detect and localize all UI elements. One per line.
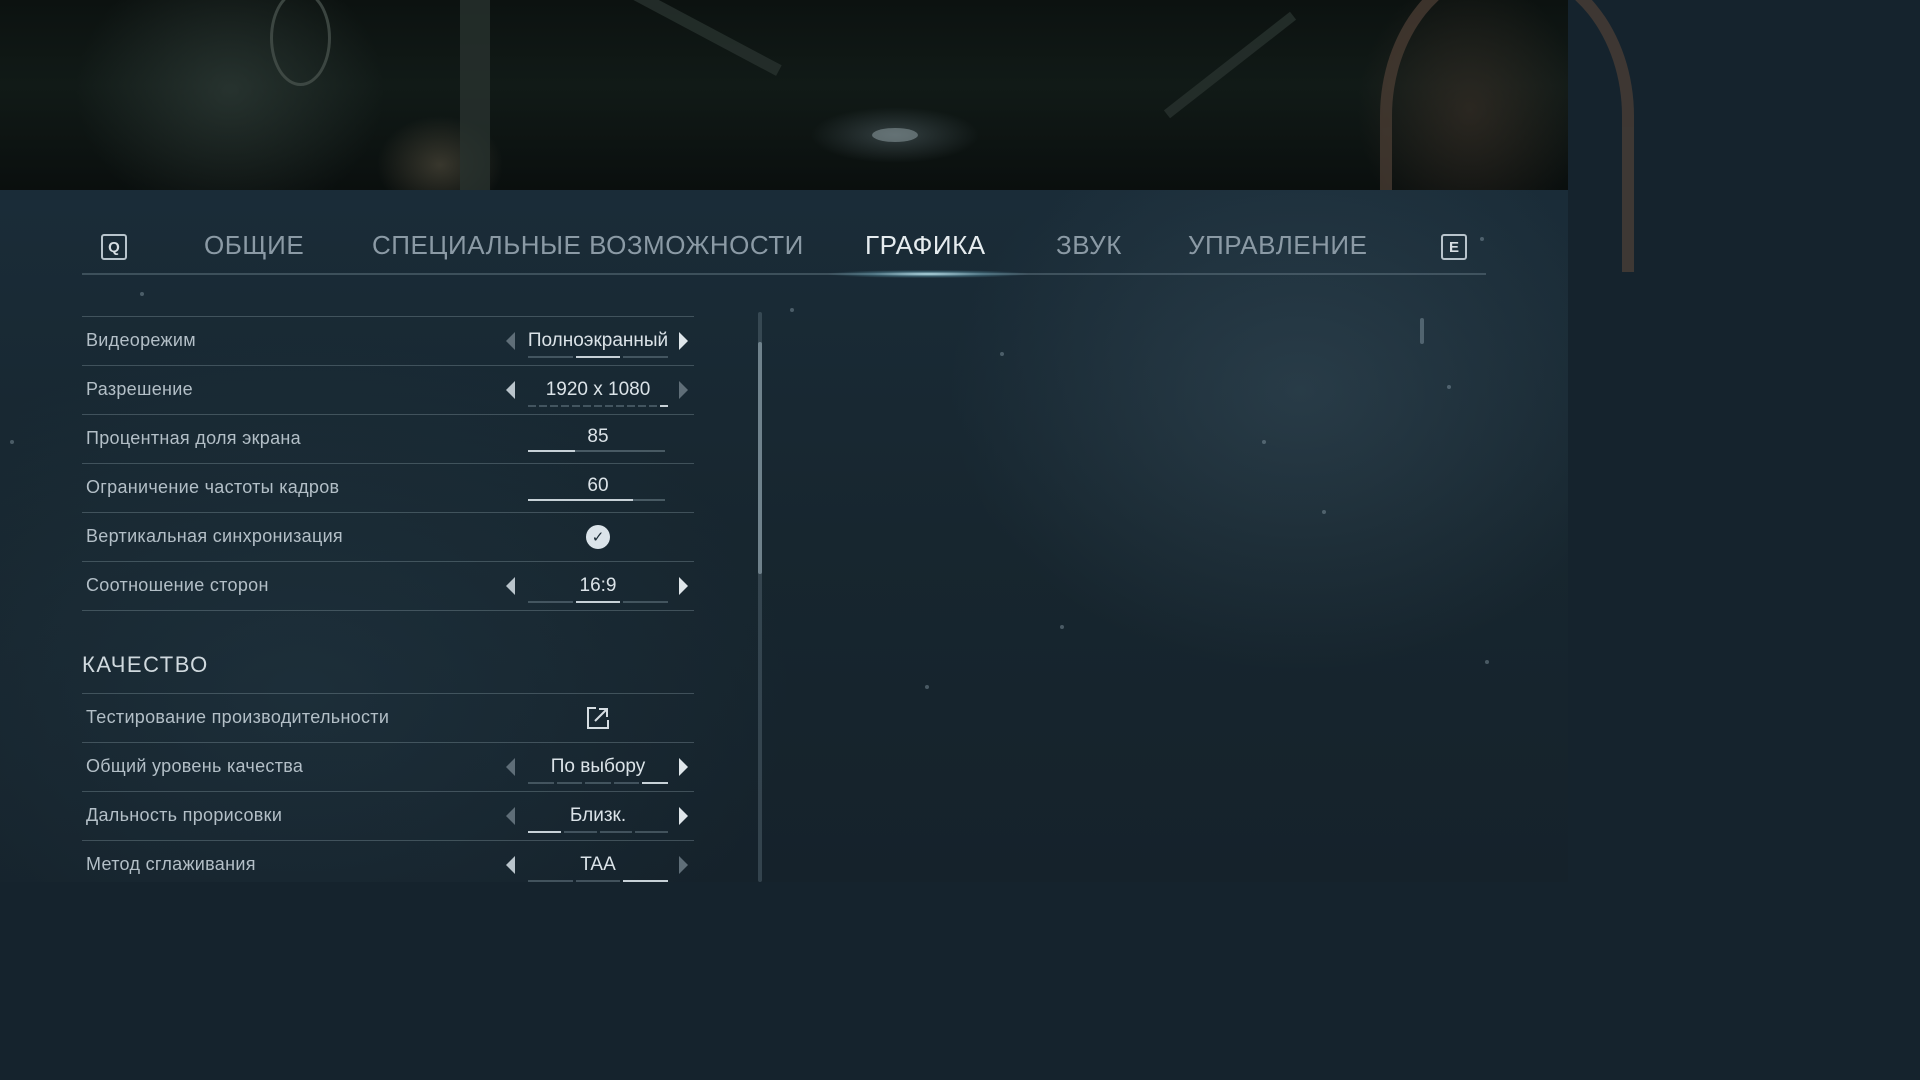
tab-divider [82, 273, 1486, 275]
frame-limit-slider[interactable]: 60 [506, 464, 692, 512]
selector-value: Полноэкранный [527, 330, 669, 351]
setting-label: Тестирование производительности [86, 707, 390, 727]
video-mode-selector[interactable]: Полноэкранный [506, 317, 692, 365]
scene-rail [608, 0, 782, 76]
setting-label: Дальность прорисовки [86, 805, 283, 825]
scrollbar-thumb[interactable] [758, 342, 762, 574]
tab-general[interactable]: ОБЩИЕ [204, 230, 304, 261]
setting-row-draw-distance[interactable]: Дальность прорисовки Близк. [82, 791, 694, 840]
setting-row-overall-quality[interactable]: Общий уровень качества По выбору [82, 742, 694, 791]
slider-fill [528, 499, 634, 501]
arrow-left-icon[interactable] [506, 807, 515, 825]
game-scene-background [0, 0, 1634, 272]
scene-clock [270, 0, 331, 86]
setting-label: Общий уровень качества [86, 756, 304, 776]
arrow-right-icon[interactable] [679, 856, 688, 874]
arrow-left-icon[interactable] [506, 856, 515, 874]
tab-controls[interactable]: УПРАВЛЕНИЕ [1188, 230, 1367, 261]
option-indicator [528, 356, 669, 358]
anti-aliasing-selector[interactable]: TAA [506, 841, 692, 889]
prev-tab-key-button[interactable]: Q [101, 234, 127, 260]
screen-percentage-slider[interactable]: 85 [506, 415, 692, 463]
setting-row-vsync[interactable]: Вертикальная синхронизация ✓ [82, 512, 694, 561]
selector-value: 16:9 [579, 575, 617, 596]
display-settings-list: Видеорежим Полноэкранный Разрешение 1920… [82, 316, 694, 611]
vsync-toggle[interactable]: ✓ [506, 513, 692, 561]
setting-label: Разрешение [86, 379, 193, 399]
next-tab-key-button[interactable]: E [1441, 234, 1467, 260]
option-indicator [528, 405, 668, 407]
setting-label: Ограничение частоты кадров [86, 477, 340, 497]
setting-label: Соотношение сторон [86, 575, 269, 595]
arrow-left-icon[interactable] [506, 577, 515, 595]
setting-row-screen-percentage[interactable]: Процентная доля экрана 85 [82, 414, 694, 463]
scene-lamp [872, 128, 918, 142]
arrow-right-icon[interactable] [679, 577, 688, 595]
option-indicator [528, 831, 668, 833]
active-tab-indicator [828, 270, 1028, 278]
setting-label: Метод сглаживания [86, 854, 256, 874]
draw-distance-selector[interactable]: Близк. [506, 792, 692, 840]
aspect-ratio-selector[interactable]: 16:9 [506, 562, 692, 610]
quality-settings-list: Тестирование производительности Общий ур… [82, 693, 694, 889]
arrow-right-icon[interactable] [679, 332, 688, 350]
checkmark-icon[interactable]: ✓ [586, 525, 610, 549]
selector-value: Близк. [569, 805, 627, 826]
arrow-left-icon[interactable] [506, 758, 515, 776]
tab-accessibility[interactable]: СПЕЦИАЛЬНЫЕ ВОЗМОЖНОСТИ [372, 230, 804, 261]
overall-quality-selector[interactable]: По выбору [506, 743, 692, 791]
selector-value: TAA [580, 854, 616, 875]
resolution-selector[interactable]: 1920 x 1080 [506, 366, 692, 414]
setting-label: Процентная доля экрана [86, 428, 301, 448]
setting-label: Вертикальная синхронизация [86, 526, 343, 546]
slider-value: 60 [587, 475, 609, 496]
arrow-left-icon[interactable] [506, 332, 515, 350]
setting-label: Видеорежим [86, 330, 196, 350]
arrow-right-icon[interactable] [679, 381, 688, 399]
arrow-right-icon[interactable] [679, 758, 688, 776]
selector-value: 1920 x 1080 [545, 379, 651, 400]
external-link-icon[interactable] [586, 706, 610, 730]
tab-graphics[interactable]: ГРАФИКА [865, 230, 986, 261]
selector-value: По выбору [550, 756, 646, 777]
setting-row-resolution[interactable]: Разрешение 1920 x 1080 [82, 365, 694, 414]
arrow-left-icon[interactable] [506, 381, 515, 399]
slider-value: 85 [587, 426, 609, 447]
setting-row-benchmark[interactable]: Тестирование производительности [82, 693, 694, 742]
scene-pillar [460, 0, 490, 190]
benchmark-launch[interactable] [506, 694, 692, 742]
option-indicator [528, 782, 668, 784]
arrow-right-icon[interactable] [679, 807, 688, 825]
scene-rail-right [1163, 11, 1297, 119]
option-indicator [528, 880, 669, 882]
setting-row-aspect-ratio[interactable]: Соотношение сторон 16:9 [82, 561, 694, 611]
setting-row-video-mode[interactable]: Видеорежим Полноэкранный [82, 316, 694, 365]
tab-audio[interactable]: ЗВУК [1056, 230, 1122, 261]
setting-row-frame-limit[interactable]: Ограничение частоты кадров 60 [82, 463, 694, 512]
slider-track[interactable] [528, 499, 665, 501]
quality-section-heading: КАЧЕСТВО [82, 652, 209, 677]
slider-fill [528, 450, 575, 452]
slider-track[interactable] [528, 450, 665, 452]
setting-row-anti-aliasing[interactable]: Метод сглаживания TAA [82, 840, 694, 889]
option-indicator [528, 601, 669, 603]
